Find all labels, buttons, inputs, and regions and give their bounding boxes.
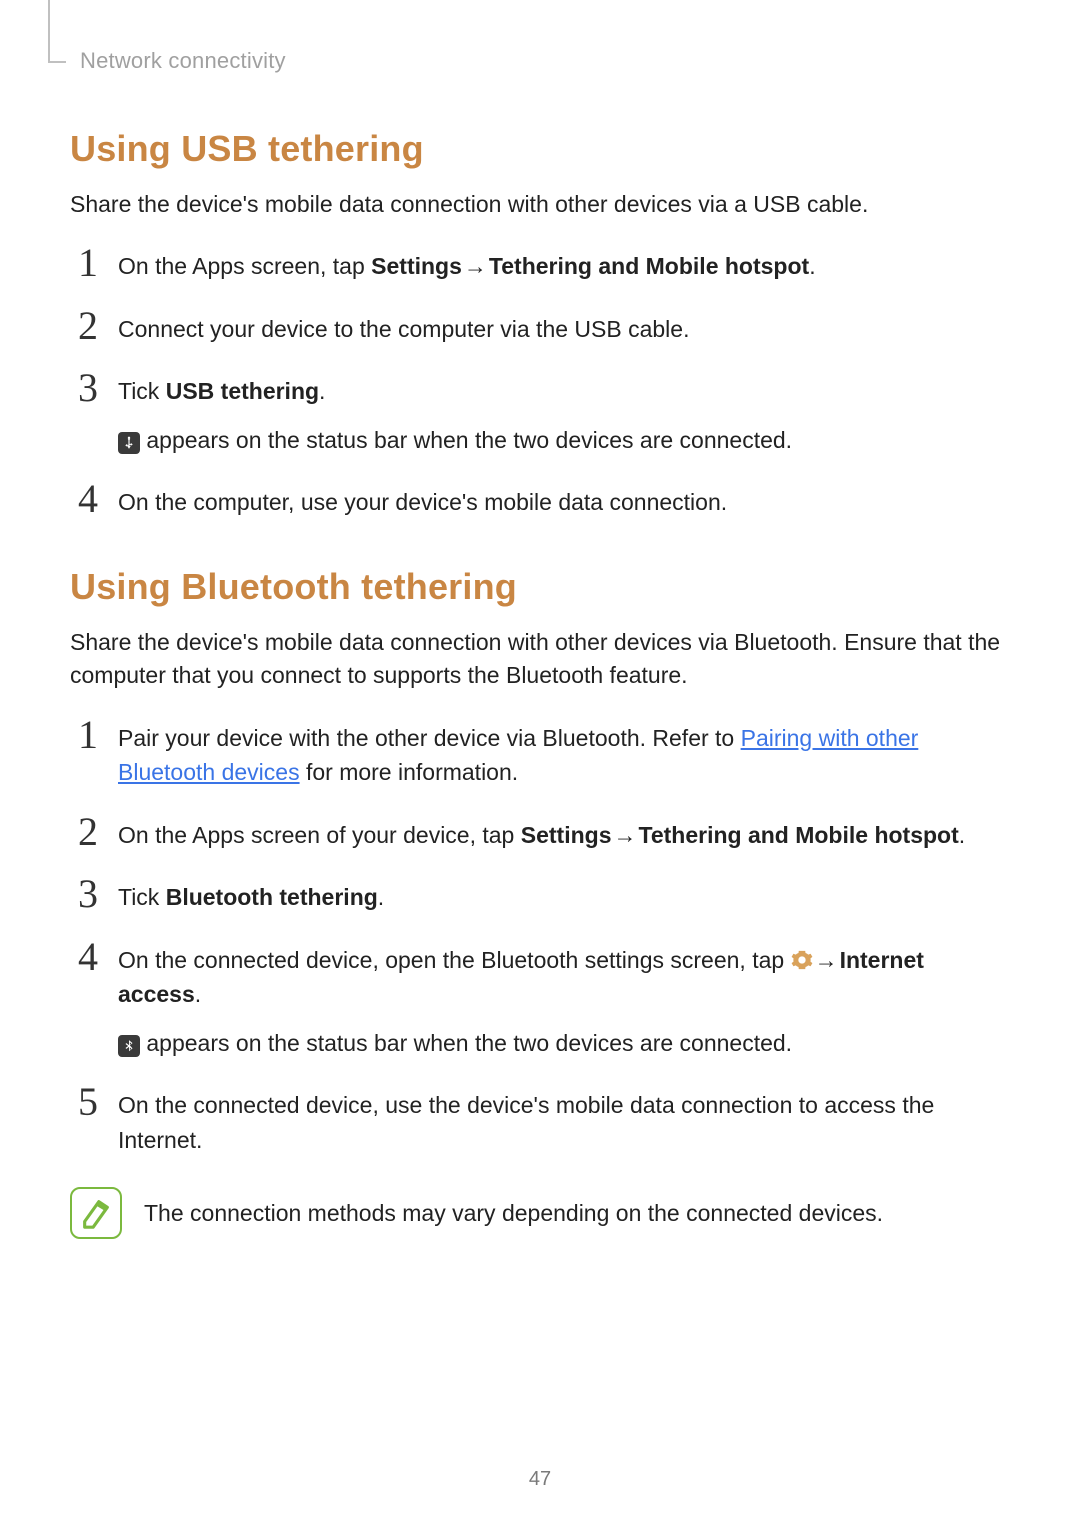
page: Network connectivity Using USB tethering…: [0, 0, 1080, 1527]
heading-usb-tethering: Using USB tethering: [70, 128, 1010, 170]
bluetooth-status-icon: [118, 1035, 140, 1057]
text-fragment: .: [195, 981, 201, 1007]
bold-settings: Settings: [521, 822, 612, 848]
step-body: Connect your device to the computer via …: [118, 306, 1010, 347]
bold-tethering-hotspot: Tethering and Mobile hotspot: [638, 822, 958, 848]
step-number: 4: [70, 937, 98, 977]
step-number: 3: [70, 874, 98, 914]
step-number: 5: [70, 1082, 98, 1122]
usb-step-4: 4 On the computer, use your device's mob…: [70, 479, 1010, 520]
text-fragment: appears on the status bar when the two d…: [140, 1030, 792, 1056]
text-fragment: for more information.: [300, 759, 519, 785]
usb-step-2: 2 Connect your device to the computer vi…: [70, 306, 1010, 347]
bold-bluetooth-tethering: Bluetooth tethering: [166, 884, 378, 910]
step-number: 2: [70, 306, 98, 346]
step-body: On the connected device, use the device'…: [118, 1082, 1010, 1157]
note-icon: [70, 1187, 122, 1239]
step-number: 4: [70, 479, 98, 519]
bt-step-2: 2 On the Apps screen of your device, tap…: [70, 812, 1010, 853]
note-callout: The connection methods may vary dependin…: [70, 1187, 1010, 1239]
bt-intro-text: Share the device's mobile data connectio…: [70, 626, 1010, 693]
usb-status-icon: [118, 432, 140, 454]
breadcrumb: Network connectivity: [80, 30, 1010, 74]
text-fragment: .: [959, 822, 965, 848]
step-body: Tick USB tethering. appears on the statu…: [118, 368, 1010, 457]
step-body: On the Apps screen of your device, tap S…: [118, 812, 1010, 853]
text-fragment: .: [809, 253, 815, 279]
text-fragment: On the connected device, open the Blueto…: [118, 947, 791, 973]
step-number: 1: [70, 715, 98, 755]
heading-bluetooth-tethering: Using Bluetooth tethering: [70, 566, 1010, 608]
step-number: 1: [70, 243, 98, 283]
bt-step-3: 3 Tick Bluetooth tethering.: [70, 874, 1010, 915]
bt-step-1: 1 Pair your device with the other device…: [70, 715, 1010, 790]
text-fragment: Pair your device with the other device v…: [118, 725, 741, 751]
text-fragment: .: [378, 884, 384, 910]
page-number: 47: [0, 1468, 1080, 1491]
usb-intro-text: Share the device's mobile data connectio…: [70, 188, 1010, 221]
text-fragment: On the Apps screen, tap: [118, 253, 371, 279]
note-text: The connection methods may vary dependin…: [144, 1196, 883, 1231]
step-number: 2: [70, 812, 98, 852]
arrow-icon: →: [611, 818, 638, 853]
step-body: Pair your device with the other device v…: [118, 715, 1010, 790]
usb-step-3: 3 Tick USB tethering. appears on the sta…: [70, 368, 1010, 457]
step-subline: appears on the status bar when the two d…: [118, 1026, 1010, 1061]
arrow-icon: →: [462, 249, 489, 284]
step-body: On the Apps screen, tap Settings → Tethe…: [118, 243, 1010, 284]
text-fragment: Tick: [118, 884, 166, 910]
usb-steps-list: 1 On the Apps screen, tap Settings → Tet…: [70, 243, 1010, 520]
text-fragment: Tick: [118, 378, 166, 404]
bt-step-4: 4 On the connected device, open the Blue…: [70, 937, 1010, 1061]
page-tab-edge: [48, 0, 50, 62]
text-fragment: .: [319, 378, 325, 404]
bt-steps-list: 1 Pair your device with the other device…: [70, 715, 1010, 1158]
bold-settings: Settings: [371, 253, 462, 279]
text-fragment: appears on the status bar when the two d…: [140, 427, 792, 453]
bold-tethering-hotspot: Tethering and Mobile hotspot: [489, 253, 809, 279]
bt-step-5: 5 On the connected device, use the devic…: [70, 1082, 1010, 1157]
bold-usb-tethering: USB tethering: [166, 378, 319, 404]
step-body: On the computer, use your device's mobil…: [118, 479, 1010, 520]
text-fragment: On the Apps screen of your device, tap: [118, 822, 521, 848]
step-subline: appears on the status bar when the two d…: [118, 423, 1010, 458]
arrow-icon: →: [813, 943, 840, 978]
step-body: Tick Bluetooth tethering.: [118, 874, 1010, 915]
usb-step-1: 1 On the Apps screen, tap Settings → Tet…: [70, 243, 1010, 284]
step-number: 3: [70, 368, 98, 408]
step-body: On the connected device, open the Blueto…: [118, 937, 1010, 1061]
gear-icon: [791, 949, 813, 971]
